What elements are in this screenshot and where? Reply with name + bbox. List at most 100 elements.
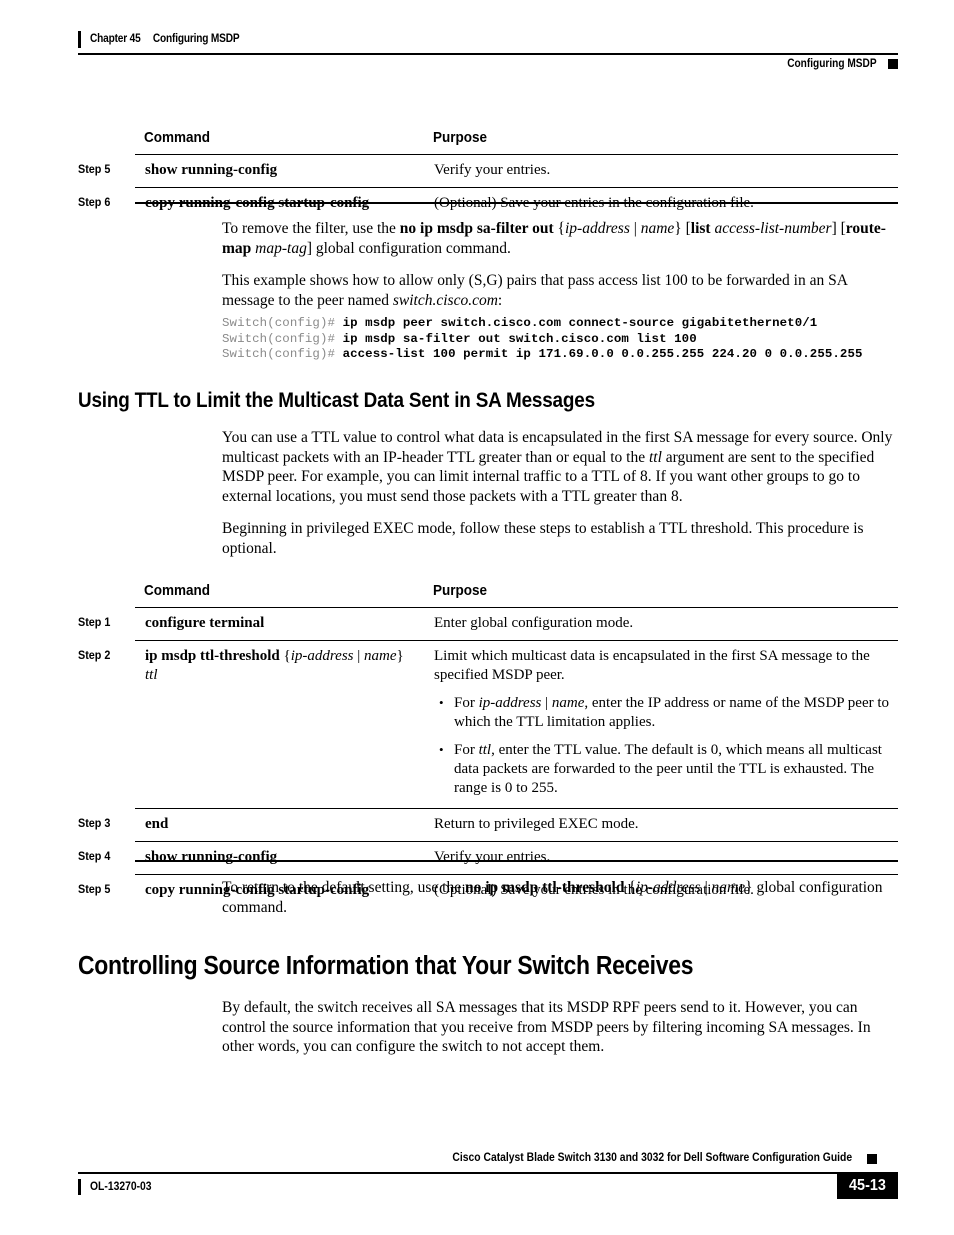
step-purpose: Verify your entries. — [424, 154, 898, 188]
table-row: Step 2 ip msdp ttl-threshold {ip-address… — [78, 640, 898, 809]
table-row: Step 6 copy running-config startup-confi… — [78, 187, 898, 220]
page-footer: Cisco Catalyst Blade Switch 3130 and 303… — [78, 1152, 898, 1202]
table-step-blank — [78, 575, 129, 608]
header-chapter-group: Chapter 45 Configuring MSDP — [78, 30, 260, 48]
footer-square-marker-icon — [867, 1154, 877, 1164]
code-line: Switch(config)# ip msdp sa-filter out sw… — [222, 332, 863, 348]
step-label: Step 4 — [78, 848, 111, 863]
step-label: Step 5 — [78, 161, 111, 176]
header-left-bar-icon — [78, 30, 81, 48]
step-table-sa-filter: Command Purpose Step 5 show running-conf… — [78, 122, 898, 220]
step-command: show running-config — [135, 841, 424, 875]
footer-doc-group: OL-13270-03 — [78, 1178, 158, 1196]
paragraph-example-intro: This example shows how to allow only (S,… — [222, 271, 898, 310]
body-block-controlling: By default, the switch receives all SA m… — [222, 998, 898, 1068]
step-command: end — [135, 808, 424, 842]
header-chapter-title: Configuring MSDP — [152, 33, 240, 45]
table-header-command: Command — [144, 129, 211, 146]
running-header: Chapter 45 Configuring MSDP Configuring M… — [78, 30, 898, 70]
step-purpose: Enter global configuration mode. — [424, 607, 898, 641]
text-run: This example shows how to allow only (S,… — [222, 272, 848, 309]
table-header-row: Command Purpose — [78, 575, 898, 608]
step-purpose: Verify your entries. — [424, 841, 898, 875]
paragraph-controlling: By default, the switch receives all SA m… — [222, 999, 871, 1055]
table-header-command: Command — [144, 582, 211, 599]
step-table-ttl-threshold: Command Purpose Step 1 configure termina… — [78, 575, 898, 907]
footer-left-bar-icon — [78, 1179, 81, 1195]
table-header-purpose: Purpose — [433, 582, 488, 599]
text-run: To return to the default setting, use th… — [222, 879, 465, 896]
list-item: For ip-address | name, enter the IP addr… — [439, 693, 890, 732]
paragraph-ttl-description: You can use a TTL value to control what … — [222, 428, 898, 506]
header-square-marker-icon — [888, 59, 898, 69]
text-run: | — [700, 879, 712, 896]
text-run-italic: ttl — [145, 667, 158, 683]
text-run-italic: access-list-number — [714, 220, 832, 237]
paragraph-remove-filter: To remove the filter, use the no ip msdp… — [222, 219, 898, 258]
table-header-row: Command Purpose — [78, 122, 898, 155]
text-run: For — [454, 695, 479, 711]
step-label: Step 3 — [78, 815, 111, 830]
text-run-italic: name — [711, 879, 746, 896]
text-run-italic: ip-address — [290, 648, 354, 664]
purpose-intro-text: Limit which multicast data is encapsulat… — [434, 648, 870, 683]
text-run: } [ — [674, 220, 691, 237]
code-prompt: Switch(config)# — [222, 316, 343, 330]
footer-page-number: 45-13 — [837, 1174, 898, 1199]
code-command: access-list 100 permit ip 171.69.0.0 0.0… — [342, 347, 863, 361]
text-run: { — [279, 648, 291, 664]
text-run: For — [454, 742, 479, 758]
text-run-italic: ip-address — [478, 695, 542, 711]
footer-guide-title: Cisco Catalyst Blade Switch 3130 and 303… — [452, 1152, 852, 1164]
code-prompt: Switch(config)# — [222, 347, 343, 361]
text-run-bold: list — [690, 220, 711, 237]
footer-page-number-text: 45-13 — [849, 1177, 886, 1194]
table-row: Step 5 show running-config Verify your e… — [78, 154, 898, 188]
step-purpose: Limit which multicast data is encapsulat… — [424, 640, 898, 809]
text-run: To remove the filter, use the — [222, 220, 400, 237]
text-run-bold: no ip msdp ttl-threshold — [464, 879, 625, 896]
code-prompt: Switch(config)# — [222, 331, 343, 346]
text-run: ] global configuration command. — [306, 239, 511, 257]
document-page: Chapter 45 Configuring MSDP Configuring M… — [0, 0, 954, 1235]
step-command: configure terminal — [135, 607, 424, 641]
table-header-purpose: Purpose — [433, 129, 488, 146]
text-run: { — [553, 220, 565, 237]
table-row: Step 4 show running-config Verify your e… — [78, 841, 898, 875]
step-label: Step 1 — [78, 614, 111, 629]
step-command: show running-config — [135, 154, 424, 188]
text-run: | — [353, 648, 365, 664]
text-run-italic: ttl — [648, 448, 662, 466]
text-run-italic: name — [551, 695, 585, 711]
step-label: Step 2 — [78, 647, 111, 662]
text-run-bold: no ip msdp sa-filter out — [399, 220, 554, 237]
header-rule — [78, 53, 898, 55]
text-run-italic: ip-address — [635, 879, 701, 896]
purpose-bullet-list: For ip-address | name, enter the IP addr… — [434, 693, 890, 798]
body-block-ttl: You can use a TTL value to control what … — [222, 428, 898, 569]
table-step-blank — [78, 122, 129, 155]
table-1-bottom-rule — [135, 202, 898, 204]
text-run-italic: ttl — [478, 742, 492, 758]
text-run-italic: map-tag — [255, 239, 307, 257]
step-purpose: Return to privileged EXEC mode. — [424, 808, 898, 842]
header-chapter-text: Chapter 45 Configuring MSDP — [90, 33, 240, 45]
text-run: } — [396, 648, 404, 664]
text-run: { — [624, 879, 636, 896]
header-running-head: Configuring MSDP — [787, 58, 877, 70]
text-run-italic: ip-address — [564, 220, 630, 237]
body-block-remove-filter: To remove the filter, use the no ip msdp… — [222, 219, 898, 321]
step-purpose: (Optional) Save your entries in the conf… — [424, 187, 898, 220]
table-row: Step 1 configure terminal Enter global c… — [78, 607, 898, 641]
section-heading-using-ttl: Using TTL to Limit the Multicast Data Se… — [78, 389, 595, 412]
step-label: Step 6 — [78, 194, 111, 209]
paragraph-ttl-procedure: Beginning in privileged EXEC mode, follo… — [222, 520, 864, 557]
text-run-italic: name — [364, 648, 397, 664]
step-label: Step 5 — [78, 881, 111, 896]
step-command: ip msdp ttl-threshold {ip-address | name… — [135, 640, 424, 809]
code-line: Switch(config)# ip msdp peer switch.cisc… — [222, 316, 863, 332]
text-run-italic: name — [640, 220, 675, 237]
header-running-head-group: Configuring MSDP — [775, 56, 898, 72]
footer-doc-number: OL-13270-03 — [89, 1181, 152, 1193]
code-line: Switch(config)# access-list 100 permit i… — [222, 347, 863, 363]
